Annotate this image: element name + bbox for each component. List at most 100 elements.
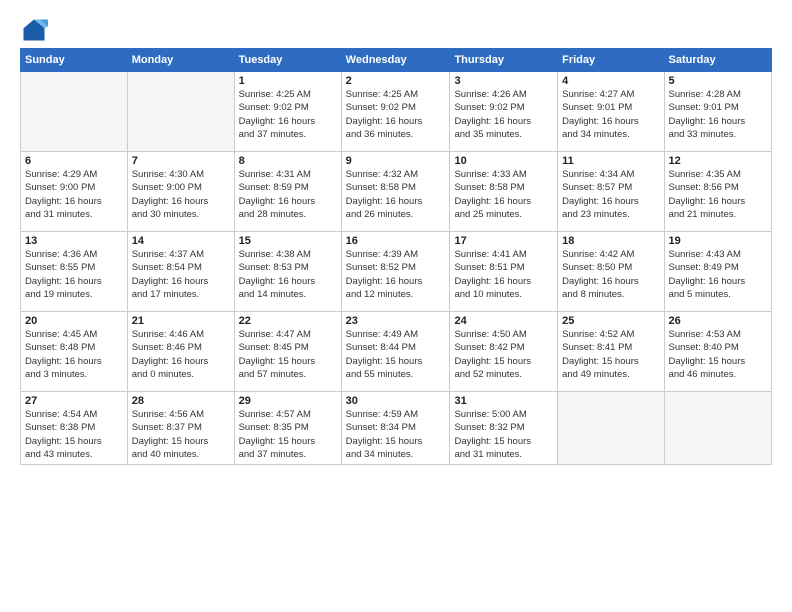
day-info: Sunrise: 4:43 AM Sunset: 8:49 PM Dayligh… [669, 248, 767, 301]
day-info: Sunrise: 4:56 AM Sunset: 8:37 PM Dayligh… [132, 408, 230, 461]
day-number: 18 [562, 235, 659, 247]
day-number: 8 [239, 155, 337, 167]
col-header-wednesday: Wednesday [341, 49, 450, 72]
day-number: 15 [239, 235, 337, 247]
day-number: 20 [25, 315, 123, 327]
calendar-cell: 1Sunrise: 4:25 AM Sunset: 9:02 PM Daylig… [234, 72, 341, 152]
day-number: 13 [25, 235, 123, 247]
calendar-cell: 19Sunrise: 4:43 AM Sunset: 8:49 PM Dayli… [664, 232, 771, 312]
header [20, 16, 772, 44]
day-info: Sunrise: 4:32 AM Sunset: 8:58 PM Dayligh… [346, 168, 446, 221]
day-number: 2 [346, 75, 446, 87]
day-info: Sunrise: 4:39 AM Sunset: 8:52 PM Dayligh… [346, 248, 446, 301]
day-number: 22 [239, 315, 337, 327]
day-info: Sunrise: 4:52 AM Sunset: 8:41 PM Dayligh… [562, 328, 659, 381]
day-number: 19 [669, 235, 767, 247]
calendar-header-row: SundayMondayTuesdayWednesdayThursdayFrid… [21, 49, 772, 72]
col-header-sunday: Sunday [21, 49, 128, 72]
calendar-cell: 16Sunrise: 4:39 AM Sunset: 8:52 PM Dayli… [341, 232, 450, 312]
day-info: Sunrise: 4:38 AM Sunset: 8:53 PM Dayligh… [239, 248, 337, 301]
calendar-week-row: 1Sunrise: 4:25 AM Sunset: 9:02 PM Daylig… [21, 72, 772, 152]
day-number: 6 [25, 155, 123, 167]
day-number: 10 [454, 155, 553, 167]
calendar-cell: 13Sunrise: 4:36 AM Sunset: 8:55 PM Dayli… [21, 232, 128, 312]
calendar-cell [664, 392, 771, 465]
day-number: 5 [669, 75, 767, 87]
calendar-cell: 5Sunrise: 4:28 AM Sunset: 9:01 PM Daylig… [664, 72, 771, 152]
calendar-cell: 2Sunrise: 4:25 AM Sunset: 9:02 PM Daylig… [341, 72, 450, 152]
day-info: Sunrise: 4:34 AM Sunset: 8:57 PM Dayligh… [562, 168, 659, 221]
day-info: Sunrise: 4:59 AM Sunset: 8:34 PM Dayligh… [346, 408, 446, 461]
calendar-cell: 17Sunrise: 4:41 AM Sunset: 8:51 PM Dayli… [450, 232, 558, 312]
day-info: Sunrise: 4:50 AM Sunset: 8:42 PM Dayligh… [454, 328, 553, 381]
day-info: Sunrise: 4:27 AM Sunset: 9:01 PM Dayligh… [562, 88, 659, 141]
day-info: Sunrise: 4:45 AM Sunset: 8:48 PM Dayligh… [25, 328, 123, 381]
logo-icon [20, 16, 48, 44]
day-info: Sunrise: 4:35 AM Sunset: 8:56 PM Dayligh… [669, 168, 767, 221]
day-number: 7 [132, 155, 230, 167]
logo [20, 16, 52, 44]
calendar-cell: 29Sunrise: 4:57 AM Sunset: 8:35 PM Dayli… [234, 392, 341, 465]
day-number: 27 [25, 395, 123, 407]
page: SundayMondayTuesdayWednesdayThursdayFrid… [0, 0, 792, 612]
calendar-week-row: 20Sunrise: 4:45 AM Sunset: 8:48 PM Dayli… [21, 312, 772, 392]
calendar-week-row: 27Sunrise: 4:54 AM Sunset: 8:38 PM Dayli… [21, 392, 772, 465]
calendar-cell: 11Sunrise: 4:34 AM Sunset: 8:57 PM Dayli… [558, 152, 664, 232]
day-number: 21 [132, 315, 230, 327]
day-info: Sunrise: 4:28 AM Sunset: 9:01 PM Dayligh… [669, 88, 767, 141]
calendar-cell: 20Sunrise: 4:45 AM Sunset: 8:48 PM Dayli… [21, 312, 128, 392]
day-number: 11 [562, 155, 659, 167]
calendar-table: SundayMondayTuesdayWednesdayThursdayFrid… [20, 48, 772, 465]
calendar-cell: 12Sunrise: 4:35 AM Sunset: 8:56 PM Dayli… [664, 152, 771, 232]
calendar-cell: 25Sunrise: 4:52 AM Sunset: 8:41 PM Dayli… [558, 312, 664, 392]
calendar-cell: 9Sunrise: 4:32 AM Sunset: 8:58 PM Daylig… [341, 152, 450, 232]
day-info: Sunrise: 4:25 AM Sunset: 9:02 PM Dayligh… [346, 88, 446, 141]
col-header-friday: Friday [558, 49, 664, 72]
col-header-saturday: Saturday [664, 49, 771, 72]
calendar-cell: 18Sunrise: 4:42 AM Sunset: 8:50 PM Dayli… [558, 232, 664, 312]
calendar-cell: 22Sunrise: 4:47 AM Sunset: 8:45 PM Dayli… [234, 312, 341, 392]
col-header-monday: Monday [127, 49, 234, 72]
day-number: 16 [346, 235, 446, 247]
day-info: Sunrise: 4:37 AM Sunset: 8:54 PM Dayligh… [132, 248, 230, 301]
calendar-cell: 28Sunrise: 4:56 AM Sunset: 8:37 PM Dayli… [127, 392, 234, 465]
day-info: Sunrise: 5:00 AM Sunset: 8:32 PM Dayligh… [454, 408, 553, 461]
calendar-cell: 24Sunrise: 4:50 AM Sunset: 8:42 PM Dayli… [450, 312, 558, 392]
calendar-cell: 31Sunrise: 5:00 AM Sunset: 8:32 PM Dayli… [450, 392, 558, 465]
day-number: 4 [562, 75, 659, 87]
day-info: Sunrise: 4:41 AM Sunset: 8:51 PM Dayligh… [454, 248, 553, 301]
calendar-cell: 23Sunrise: 4:49 AM Sunset: 8:44 PM Dayli… [341, 312, 450, 392]
calendar-cell [21, 72, 128, 152]
day-number: 26 [669, 315, 767, 327]
day-number: 25 [562, 315, 659, 327]
day-info: Sunrise: 4:29 AM Sunset: 9:00 PM Dayligh… [25, 168, 123, 221]
day-info: Sunrise: 4:57 AM Sunset: 8:35 PM Dayligh… [239, 408, 337, 461]
day-info: Sunrise: 4:47 AM Sunset: 8:45 PM Dayligh… [239, 328, 337, 381]
col-header-tuesday: Tuesday [234, 49, 341, 72]
day-number: 28 [132, 395, 230, 407]
day-number: 12 [669, 155, 767, 167]
day-info: Sunrise: 4:26 AM Sunset: 9:02 PM Dayligh… [454, 88, 553, 141]
calendar-cell: 15Sunrise: 4:38 AM Sunset: 8:53 PM Dayli… [234, 232, 341, 312]
day-info: Sunrise: 4:53 AM Sunset: 8:40 PM Dayligh… [669, 328, 767, 381]
calendar-cell [558, 392, 664, 465]
day-info: Sunrise: 4:49 AM Sunset: 8:44 PM Dayligh… [346, 328, 446, 381]
day-number: 1 [239, 75, 337, 87]
day-number: 3 [454, 75, 553, 87]
day-info: Sunrise: 4:42 AM Sunset: 8:50 PM Dayligh… [562, 248, 659, 301]
day-number: 24 [454, 315, 553, 327]
day-number: 29 [239, 395, 337, 407]
day-number: 9 [346, 155, 446, 167]
day-info: Sunrise: 4:33 AM Sunset: 8:58 PM Dayligh… [454, 168, 553, 221]
calendar-cell: 30Sunrise: 4:59 AM Sunset: 8:34 PM Dayli… [341, 392, 450, 465]
calendar-cell: 27Sunrise: 4:54 AM Sunset: 8:38 PM Dayli… [21, 392, 128, 465]
calendar-week-row: 6Sunrise: 4:29 AM Sunset: 9:00 PM Daylig… [21, 152, 772, 232]
day-info: Sunrise: 4:36 AM Sunset: 8:55 PM Dayligh… [25, 248, 123, 301]
day-info: Sunrise: 4:25 AM Sunset: 9:02 PM Dayligh… [239, 88, 337, 141]
day-number: 14 [132, 235, 230, 247]
day-info: Sunrise: 4:54 AM Sunset: 8:38 PM Dayligh… [25, 408, 123, 461]
day-info: Sunrise: 4:31 AM Sunset: 8:59 PM Dayligh… [239, 168, 337, 221]
calendar-cell: 6Sunrise: 4:29 AM Sunset: 9:00 PM Daylig… [21, 152, 128, 232]
day-number: 30 [346, 395, 446, 407]
calendar-cell: 14Sunrise: 4:37 AM Sunset: 8:54 PM Dayli… [127, 232, 234, 312]
